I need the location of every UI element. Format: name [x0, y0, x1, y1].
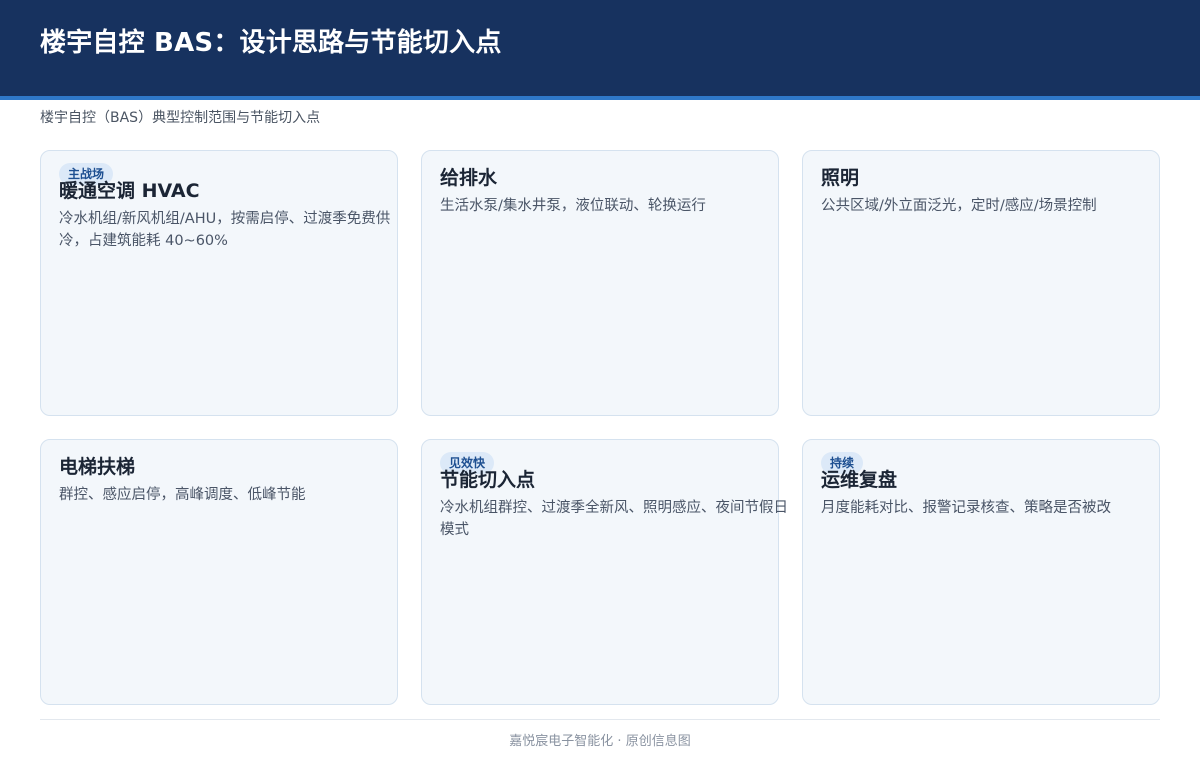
page-title: 楼宇自控 BAS：设计思路与节能切入点	[40, 28, 502, 58]
card-lighting: 照明 公共区域/外立面泛光，定时/感应/场景控制	[802, 150, 1160, 416]
card-title: 节能切入点	[440, 469, 536, 491]
card-water-supply-drainage: 给排水 生活水泵/集水井泵，液位联动、轮换运行	[421, 150, 779, 416]
card-hvac: 主战场 暖通空调 HVAC 冷水机组/新风机组/AHU，按需启停、过渡季免费供冷…	[40, 150, 398, 416]
header-bar: 楼宇自控 BAS：设计思路与节能切入点	[0, 0, 1200, 100]
footer-divider	[40, 719, 1160, 720]
card-description: 冷水机组群控、过渡季全新风、照明感应、夜间节假日模式	[440, 500, 788, 538]
card-description: 公共区域/外立面泛光，定时/感应/场景控制	[821, 198, 1097, 214]
card-title: 电梯扶梯	[59, 456, 136, 478]
card-title: 照明	[821, 167, 860, 189]
card-operations-review: 持续 运维复盘 月度能耗对比、报警记录核查、策略是否被改	[802, 439, 1160, 705]
card-grid: 主战场 暖通空调 HVAC 冷水机组/新风机组/AHU，按需启停、过渡季免费供冷…	[40, 150, 1160, 705]
card-description: 生活水泵/集水井泵，液位联动、轮换运行	[440, 198, 706, 214]
page-subtitle: 楼宇自控（BAS）典型控制范围与节能切入点	[40, 110, 321, 126]
card-description: 月度能耗对比、报警记录核查、策略是否被改	[821, 500, 1111, 516]
footer-credit: 嘉悦宸电子智能化 · 原创信息图	[509, 734, 691, 749]
card-title: 运维复盘	[821, 469, 898, 491]
card-title: 给排水	[440, 167, 498, 189]
card-energy-saving: 见效快 节能切入点 冷水机组群控、过渡季全新风、照明感应、夜间节假日模式	[421, 439, 788, 705]
card-description: 群控、感应启停，高峰调度、低峰节能	[59, 487, 306, 503]
card-elevators: 电梯扶梯 群控、感应启停，高峰调度、低峰节能	[40, 439, 398, 705]
card-description: 冷水机组/新风机组/AHU，按需启停、过渡季免费供冷，占建筑能耗 40~60%	[59, 211, 391, 249]
card-title: 暖通空调 HVAC	[59, 180, 200, 202]
